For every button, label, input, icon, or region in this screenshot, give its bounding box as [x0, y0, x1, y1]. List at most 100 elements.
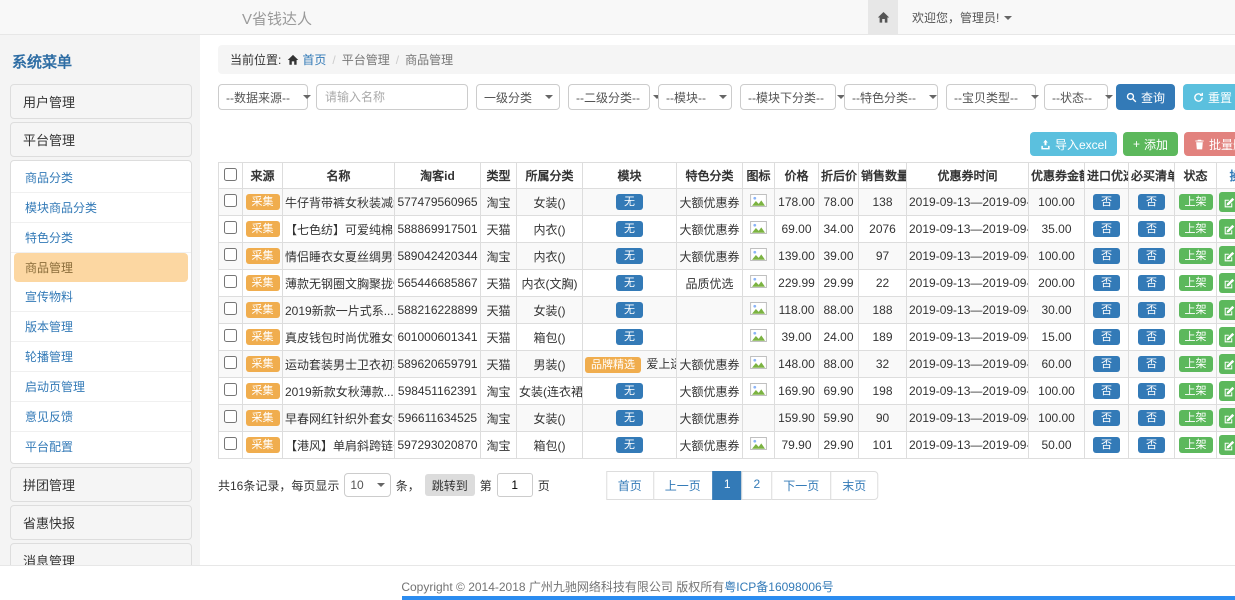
row-checkbox[interactable] — [224, 275, 237, 288]
row-checkbox[interactable] — [224, 194, 237, 207]
sidebar-item[interactable]: 宣传物料 — [11, 282, 191, 312]
pager-button[interactable]: 2 — [742, 471, 773, 500]
sidebar-item[interactable]: 启动页管理 — [11, 372, 191, 402]
per-page-select[interactable]: 10 — [344, 473, 390, 497]
breadcrumb-home-link[interactable]: 首页 — [287, 51, 326, 68]
filter-data-source[interactable]: --数据来源-- — [218, 84, 308, 110]
edit-button[interactable] — [1219, 192, 1235, 212]
must-buy-toggle[interactable]: 否 — [1138, 437, 1165, 453]
filter-module[interactable]: --模块-- — [658, 84, 732, 110]
row-checkbox[interactable] — [224, 221, 237, 234]
status-toggle[interactable]: 上架 — [1179, 383, 1213, 399]
status-toggle[interactable]: 上架 — [1179, 221, 1213, 237]
row-checkbox[interactable] — [224, 329, 237, 342]
source-badge: 采集 — [246, 248, 280, 264]
pager-button[interactable]: 下一页 — [771, 471, 831, 500]
edit-button[interactable] — [1219, 381, 1235, 401]
sidebar-item[interactable]: 商品分类 — [11, 163, 191, 193]
sidebar-item[interactable]: 平台配置 — [11, 432, 191, 461]
status-toggle[interactable]: 上架 — [1179, 248, 1213, 264]
home-button[interactable] — [868, 0, 898, 35]
edit-button[interactable] — [1219, 435, 1235, 455]
row-checkbox[interactable] — [224, 437, 237, 450]
sidebar-group[interactable]: 平台管理 — [10, 122, 192, 157]
filter-level1-category[interactable]: 一级分类 — [476, 84, 560, 110]
icp-link[interactable]: 粤ICP备16098006号 — [724, 580, 833, 594]
status-toggle[interactable]: 上架 — [1179, 275, 1213, 291]
must-buy-toggle[interactable]: 否 — [1138, 221, 1165, 237]
jump-button[interactable]: 跳转到 — [425, 474, 475, 496]
edit-button[interactable] — [1219, 273, 1235, 293]
status-toggle[interactable]: 上架 — [1179, 410, 1213, 426]
must-buy-toggle[interactable]: 否 — [1138, 410, 1165, 426]
sidebar-item[interactable]: 商品管理 — [14, 253, 188, 282]
import-select-toggle[interactable]: 否 — [1093, 194, 1120, 210]
row-checkbox[interactable] — [224, 383, 237, 396]
must-buy-toggle[interactable]: 否 — [1138, 383, 1165, 399]
status-toggle[interactable]: 上架 — [1179, 356, 1213, 372]
sidebar-group[interactable]: 省惠快报 — [10, 505, 192, 540]
sidebar-item[interactable]: 意见反馈 — [11, 402, 191, 432]
pager-button[interactable]: 末页 — [830, 471, 878, 500]
add-button[interactable]: + 添加 — [1123, 132, 1178, 156]
status-toggle[interactable]: 上架 — [1179, 437, 1213, 453]
select-all-checkbox[interactable] — [224, 168, 237, 181]
filter-item-type[interactable]: --宝贝类型-- — [946, 84, 1036, 110]
import-select-toggle[interactable]: 否 — [1093, 221, 1120, 237]
page-jump-input[interactable] — [497, 473, 533, 497]
row-checkbox[interactable] — [224, 410, 237, 423]
batch-delete-button[interactable]: 批量删除 — [1184, 132, 1235, 156]
must-buy-toggle[interactable]: 否 — [1138, 194, 1165, 210]
must-buy-toggle[interactable]: 否 — [1138, 329, 1165, 345]
name-search-input[interactable] — [316, 84, 468, 110]
import-select-toggle[interactable]: 否 — [1093, 437, 1120, 453]
sidebar-group[interactable]: 消息管理 — [10, 543, 192, 565]
edit-button[interactable] — [1219, 354, 1235, 374]
import-select-toggle[interactable]: 否 — [1093, 410, 1120, 426]
filter-status[interactable]: --状态-- — [1044, 84, 1108, 110]
must-buy-toggle[interactable]: 否 — [1138, 356, 1165, 372]
sidebar-item[interactable]: 版本管理 — [11, 312, 191, 342]
import-select-toggle[interactable]: 否 — [1093, 356, 1120, 372]
must-buy-toggle[interactable]: 否 — [1138, 275, 1165, 291]
sales-count: 97 — [859, 243, 907, 270]
filter-module-subcategory[interactable]: --模块下分类-- — [740, 84, 836, 110]
reset-button[interactable]: 重置 — [1183, 84, 1235, 110]
pager-button[interactable]: 上一页 — [653, 471, 713, 500]
filter-feature-category[interactable]: --特色分类-- — [844, 84, 938, 110]
import-excel-button[interactable]: 导入excel — [1030, 132, 1117, 156]
coupon-amount: 60.00 — [1029, 351, 1085, 378]
import-select-toggle[interactable]: 否 — [1093, 248, 1120, 264]
edit-button[interactable] — [1219, 408, 1235, 428]
edit-button[interactable] — [1219, 327, 1235, 347]
row-checkbox[interactable] — [224, 248, 237, 261]
filter-level2-category[interactable]: --二级分类-- — [568, 84, 650, 110]
status-toggle[interactable]: 上架 — [1179, 329, 1213, 345]
sidebar-group[interactable]: 拼团管理 — [10, 467, 192, 502]
must-buy-toggle[interactable]: 否 — [1138, 248, 1165, 264]
sidebar-item[interactable]: 特色分类 — [11, 223, 191, 253]
status-toggle[interactable]: 上架 — [1179, 302, 1213, 318]
feature-category — [677, 324, 743, 351]
sidebar-item[interactable]: 轮播管理 — [11, 342, 191, 372]
user-menu[interactable]: 欢迎您，管理员! — [912, 0, 1012, 35]
row-checkbox[interactable] — [224, 302, 237, 315]
row-checkbox[interactable] — [224, 356, 237, 369]
product-type: 淘宝 — [481, 378, 517, 405]
edit-button[interactable] — [1219, 219, 1235, 239]
icon-cell — [743, 189, 775, 216]
import-select-toggle[interactable]: 否 — [1093, 275, 1120, 291]
pager-button[interactable]: 1 — [712, 471, 743, 500]
sidebar-item[interactable]: 模块商品分类 — [11, 193, 191, 223]
pager-button[interactable]: 首页 — [606, 471, 654, 500]
query-button[interactable]: 查询 — [1116, 84, 1175, 110]
import-select-toggle[interactable]: 否 — [1093, 329, 1120, 345]
horizontal-scrollbar[interactable] — [402, 596, 1235, 600]
edit-button[interactable] — [1219, 246, 1235, 266]
must-buy-toggle[interactable]: 否 — [1138, 302, 1165, 318]
import-select-toggle[interactable]: 否 — [1093, 383, 1120, 399]
status-toggle[interactable]: 上架 — [1179, 194, 1213, 210]
edit-button[interactable] — [1219, 300, 1235, 320]
sidebar-group[interactable]: 用户管理 — [10, 84, 192, 119]
import-select-toggle[interactable]: 否 — [1093, 302, 1120, 318]
